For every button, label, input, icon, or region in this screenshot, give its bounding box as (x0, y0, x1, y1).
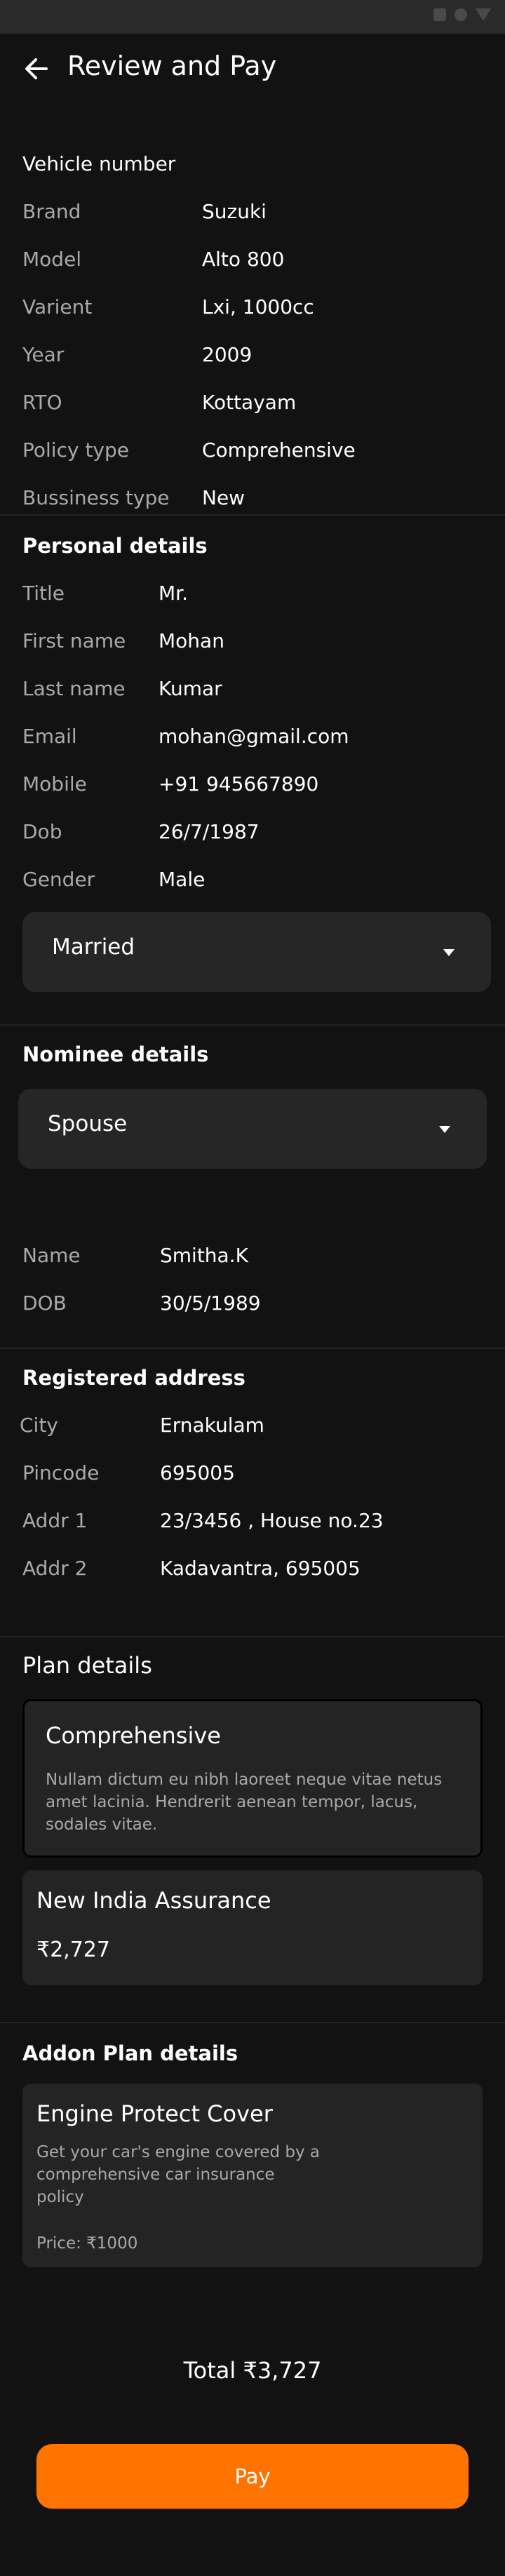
addr1-value: 23/3456 , House no.23 (160, 1509, 384, 1532)
addr1-label: Addr 1 (22, 1509, 88, 1532)
total-amount: Total ₹3,727 (183, 2357, 322, 2384)
addon-description: Get your car's engine covered by a compr… (36, 2141, 320, 2208)
email-label: Email (22, 725, 77, 748)
addon-price: Price: ₹1000 (36, 2234, 138, 2253)
plan-card-title: Comprehensive (46, 1722, 221, 1749)
chevron-down-icon (443, 949, 454, 956)
mobile-value: +91 945667890 (159, 772, 319, 796)
record-icon (454, 8, 467, 21)
back-arrow-icon[interactable] (22, 55, 50, 83)
stop-icon (433, 8, 446, 21)
status-icons (433, 8, 491, 21)
divider (0, 1636, 505, 1637)
pay-button[interactable]: Pay (36, 2444, 469, 2509)
last-name-label: Last name (22, 677, 126, 700)
title-value: Mr. (159, 582, 188, 605)
plan-desc-line: amet lacinia. Hendrerit aenean tempor, l… (46, 1793, 418, 1811)
first-name-label: First name (22, 629, 126, 652)
plan-card-description: Nullam dictum eu nibh laoreet neque vita… (46, 1769, 442, 1836)
divider (0, 1024, 505, 1026)
dob-value: 26/7/1987 (159, 820, 260, 843)
dob-label: Dob (22, 820, 62, 843)
personal-details-heading: Personal details (22, 534, 208, 558)
nominee-relation-select[interactable]: Spouse (18, 1089, 487, 1169)
addon-desc-line: Get your car's engine covered by a (36, 2143, 321, 2161)
variant-label: Varient (22, 295, 93, 318)
business-type-value: New (202, 486, 245, 509)
policy-type-value: Comprehensive (202, 438, 356, 462)
brand-label: Brand (22, 200, 81, 223)
plan-desc-line: Nullam dictum eu nibh laoreet neque vita… (46, 1771, 443, 1789)
addon-title: Engine Protect Cover (36, 2100, 273, 2127)
first-name-value: Mohan (159, 629, 224, 652)
pincode-value: 695005 (160, 1461, 235, 1484)
pincode-label: Pincode (22, 1461, 100, 1484)
email-value: mohan@gmail.com (159, 725, 349, 748)
addr2-value: Kadavantra, 695005 (160, 1557, 361, 1580)
model-label: Model (22, 248, 82, 271)
page-title: Review and Pay (67, 51, 277, 81)
addr2-label: Addr 2 (22, 1557, 88, 1580)
brand-value: Suzuki (202, 200, 267, 223)
marital-status-value: Married (52, 934, 135, 960)
insurer-price: ₹2,727 (36, 1938, 110, 1962)
addon-desc-line: policy (36, 2188, 84, 2206)
status-bar (0, 0, 505, 34)
model-value: Alto 800 (202, 248, 285, 271)
nominee-name-value: Smitha.K (160, 1244, 248, 1267)
variant-value: Lxi, 1000cc (202, 295, 314, 318)
divider (0, 1348, 505, 1349)
addon-desc-line: comprehensive car insurance (36, 2166, 275, 2184)
last-name-value: Kumar (159, 677, 222, 700)
nominee-relation-value: Spouse (48, 1111, 128, 1136)
city-label: City (20, 1414, 58, 1437)
insurer-name: New India Assurance (36, 1887, 271, 1914)
title-label: Title (22, 582, 65, 605)
app-header: Review and Pay (0, 34, 505, 101)
vehicle-number-heading: Vehicle number (22, 152, 176, 175)
city-value: Ernakulam (160, 1414, 264, 1437)
signal-icon (476, 8, 491, 21)
rto-value: Kottayam (202, 391, 297, 414)
gender-value: Male (159, 868, 206, 891)
policy-type-label: Policy type (22, 438, 129, 462)
year-label: Year (22, 343, 65, 366)
nominee-dob-value: 30/5/1989 (160, 1292, 261, 1315)
chevron-down-icon (439, 1126, 450, 1133)
plan-details-heading: Plan details (22, 1652, 152, 1679)
divider (0, 2022, 505, 2023)
gender-label: Gender (22, 868, 95, 891)
rto-label: RTO (22, 391, 62, 414)
insurer-card[interactable]: New India Assurance ₹2,727 (22, 1870, 483, 1985)
registered-address-heading: Registered address (22, 1366, 245, 1390)
addon-card[interactable]: Engine Protect Cover Get your car's engi… (22, 2084, 483, 2267)
mobile-label: Mobile (22, 772, 87, 796)
comprehensive-plan-card[interactable]: Comprehensive Nullam dictum eu nibh laor… (22, 1699, 483, 1858)
marital-status-select[interactable]: Married (22, 912, 491, 992)
business-type-label: Bussiness type (22, 486, 170, 509)
nominee-name-label: Name (22, 1244, 81, 1267)
nominee-dob-label: DOB (22, 1292, 67, 1315)
nominee-details-heading: Nominee details (22, 1042, 209, 1066)
year-value: 2009 (202, 343, 252, 366)
addon-plan-heading: Addon Plan details (22, 2041, 238, 2065)
divider (0, 514, 505, 516)
plan-desc-line: sodales vitae. (46, 1816, 158, 1834)
